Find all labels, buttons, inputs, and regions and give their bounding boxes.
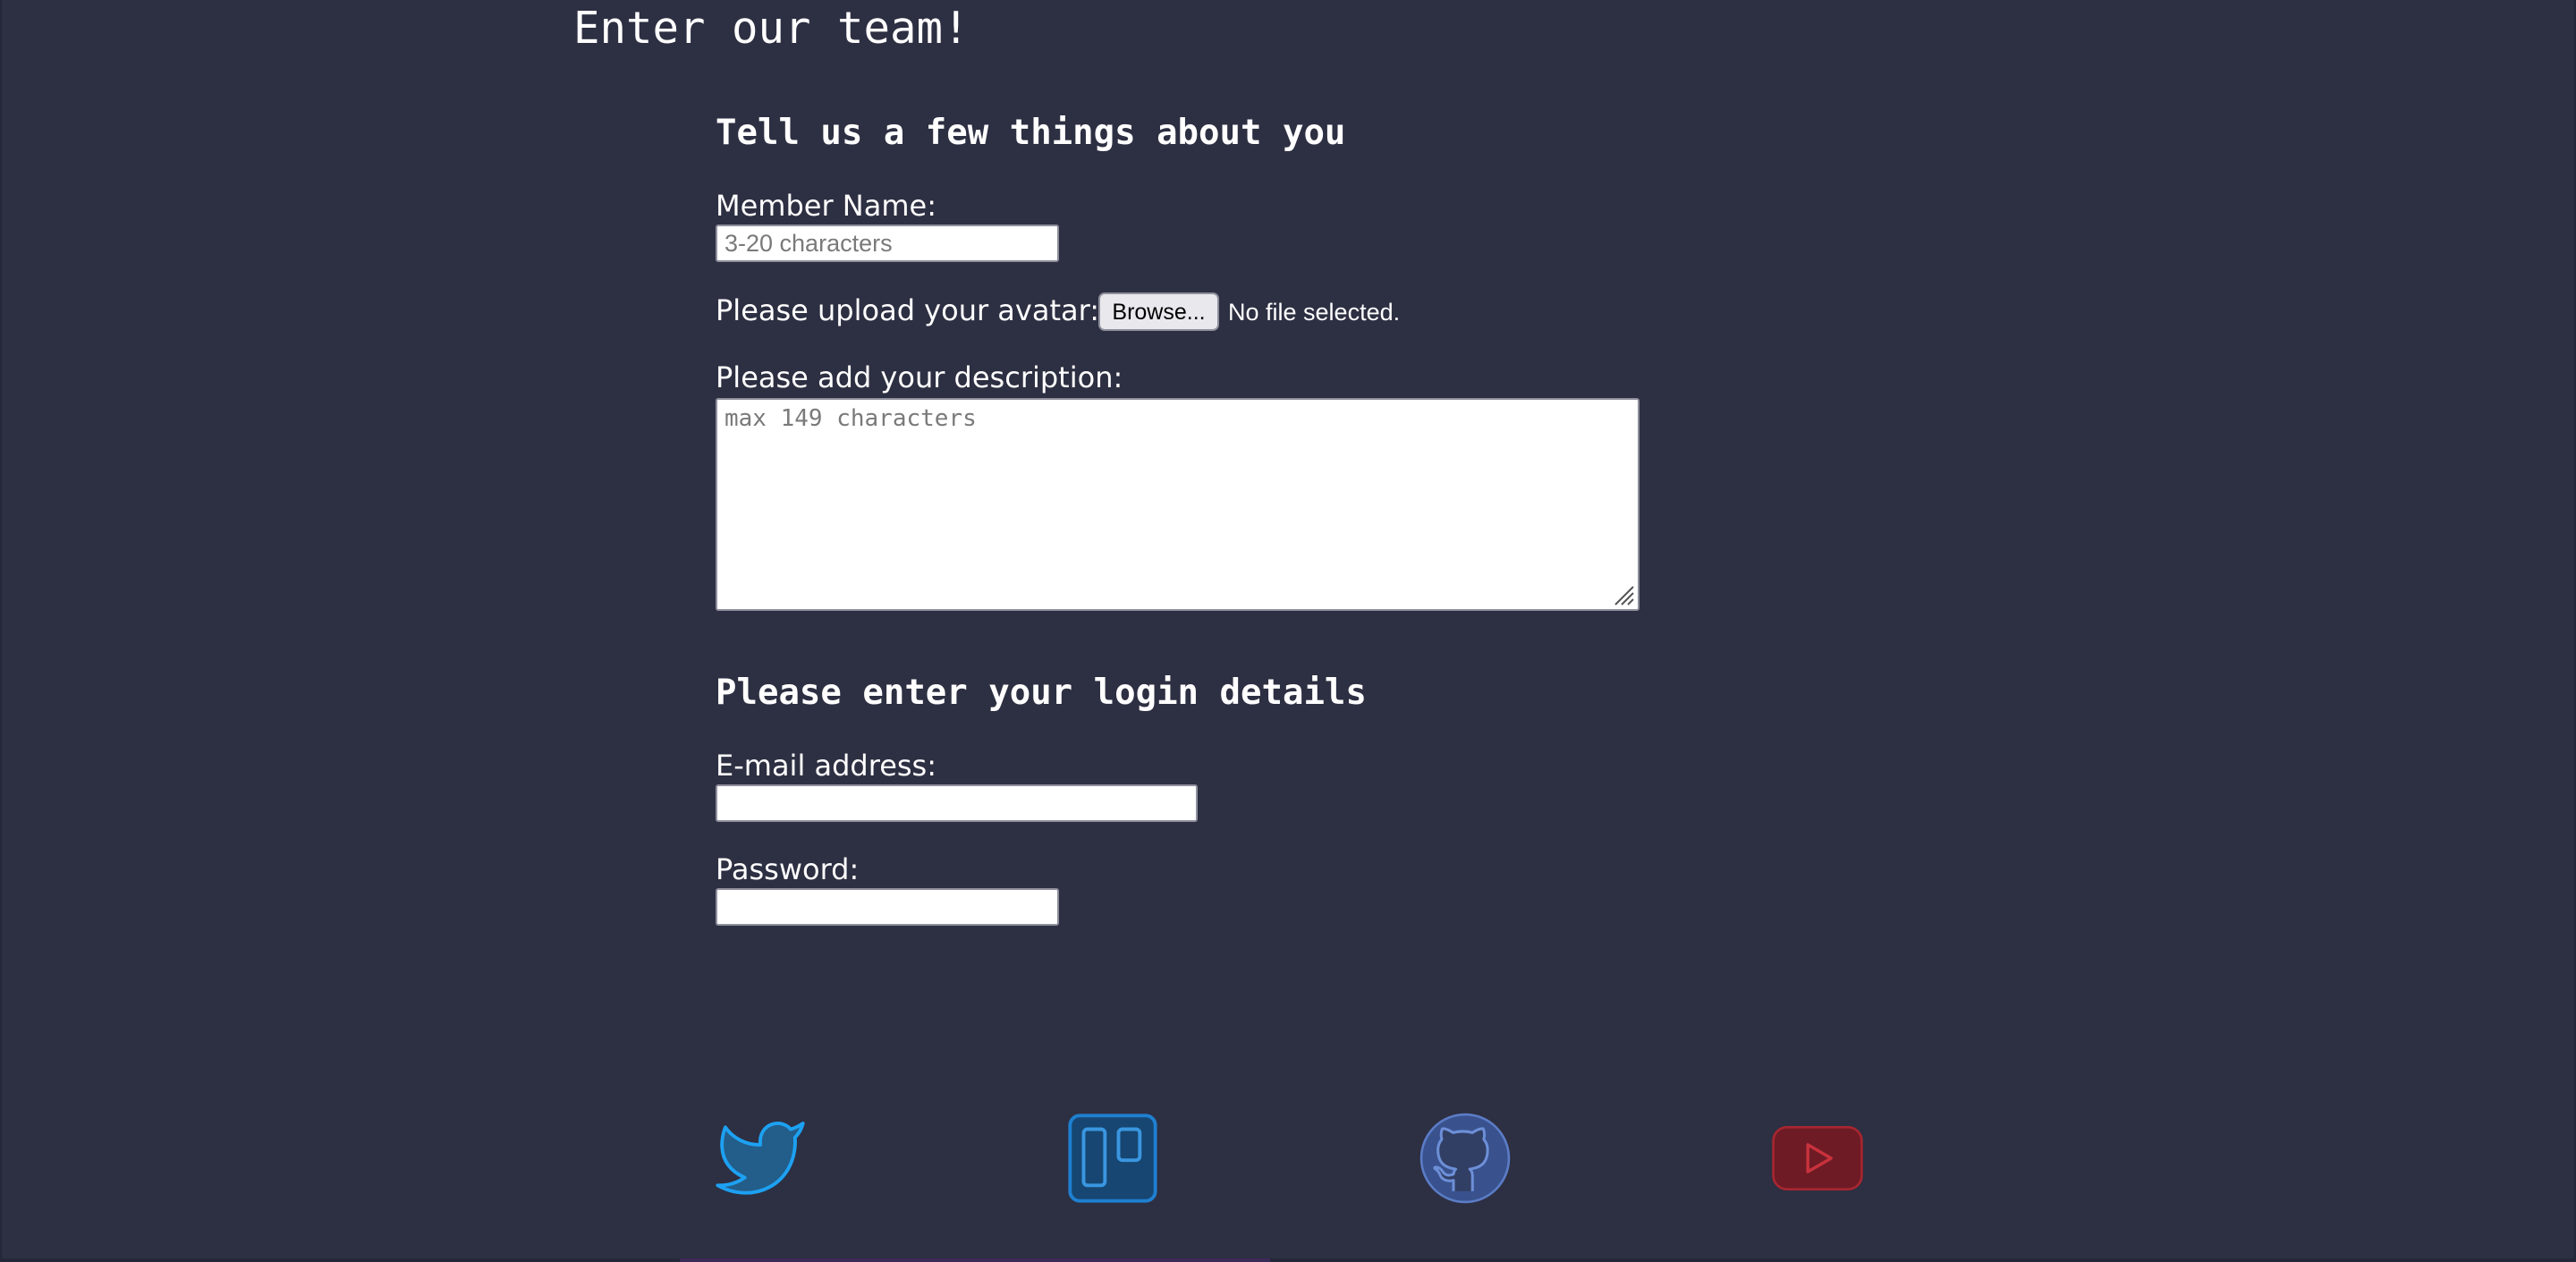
- file-status-text: No file selected.: [1228, 299, 1401, 326]
- resize-grip-icon[interactable]: [1612, 583, 1635, 606]
- login-section-heading: Please enter your login details: [716, 673, 1367, 713]
- description-textarea[interactable]: [716, 398, 1640, 611]
- about-section-heading: Tell us a few things about you: [716, 113, 1346, 153]
- member-name-label: Member Name:: [716, 189, 936, 223]
- page-title: Enter our team!: [573, 3, 970, 54]
- twitter-link[interactable]: [714, 1112, 807, 1205]
- trello-link[interactable]: [1066, 1112, 1159, 1205]
- youtube-link[interactable]: [1771, 1112, 1864, 1205]
- password-input[interactable]: [716, 888, 1059, 926]
- email-input[interactable]: [716, 784, 1198, 822]
- twitter-icon: [716, 1122, 805, 1195]
- github-icon: [1419, 1113, 1511, 1204]
- avatar-label: Please upload your avatar:: [716, 293, 1099, 327]
- bottom-accent-line: [680, 1258, 1270, 1262]
- github-link[interactable]: [1419, 1112, 1512, 1205]
- browse-avatar-button[interactable]: Browse...: [1098, 292, 1219, 331]
- youtube-icon: [1772, 1126, 1863, 1190]
- left-frame-edge: [0, 0, 2, 1262]
- bottom-border: [0, 1258, 2576, 1262]
- description-label: Please add your description:: [716, 360, 1123, 394]
- trello-icon: [1068, 1114, 1157, 1203]
- email-label: E-mail address:: [716, 749, 936, 783]
- password-label: Password:: [716, 852, 860, 886]
- member-name-input[interactable]: [716, 224, 1059, 262]
